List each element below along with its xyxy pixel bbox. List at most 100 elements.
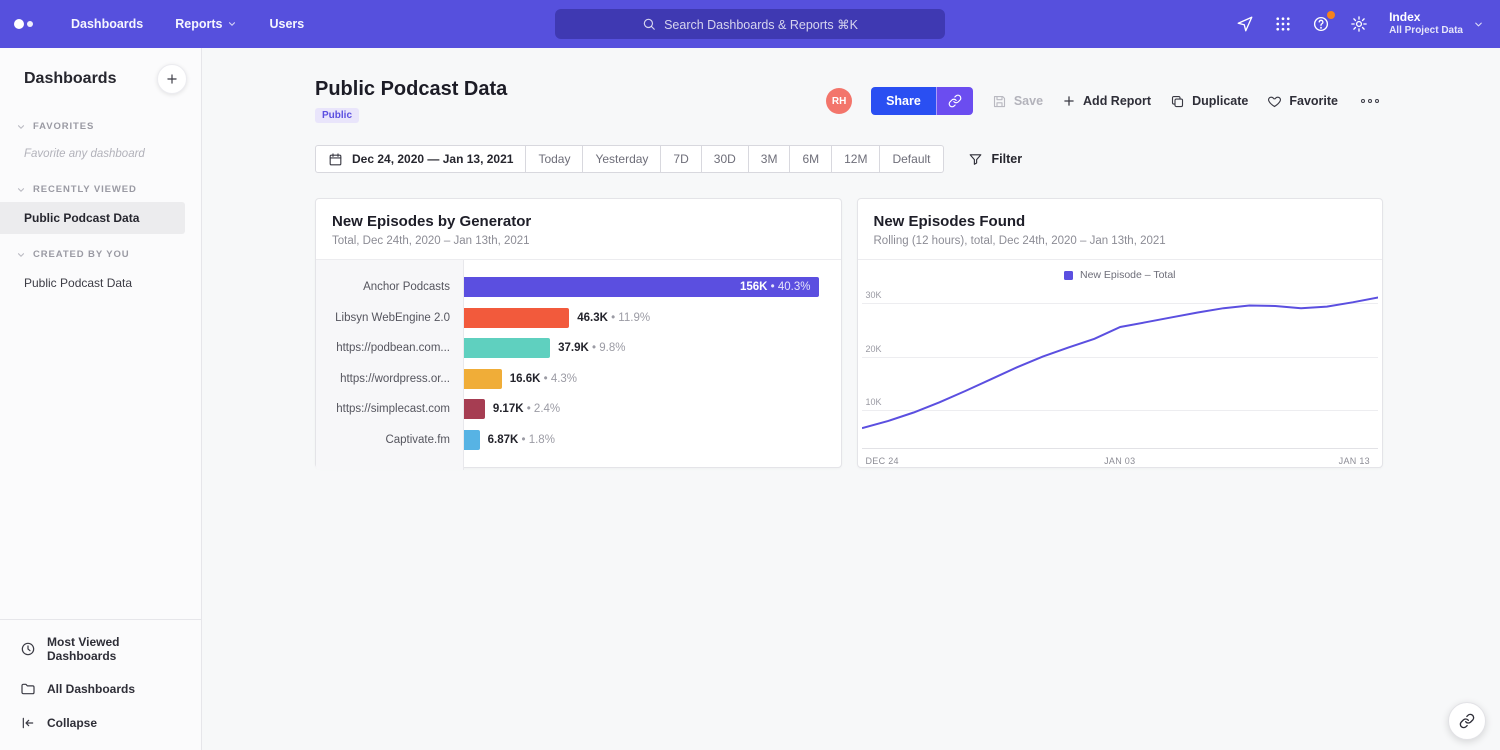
main-content: Public Podcast Data Public RH Share Save bbox=[202, 48, 1500, 750]
share-button[interactable]: Share bbox=[871, 87, 936, 115]
navbar-left: DashboardsReports Users bbox=[0, 0, 320, 48]
preset-30d[interactable]: 30D bbox=[702, 145, 749, 173]
bar-row: https://wordpress.or...16.6K • 4.3% bbox=[316, 364, 841, 395]
sidebar-section-header[interactable]: FAVORITES bbox=[0, 114, 201, 139]
nav-item-users[interactable]: Users bbox=[253, 0, 320, 48]
bar-area: 156K • 40.3% bbox=[464, 277, 841, 297]
nav-item-reports[interactable]: Reports bbox=[159, 0, 253, 48]
project-name: Index bbox=[1389, 10, 1463, 25]
bar-area: 16.6K • 4.3% bbox=[464, 369, 841, 389]
x-axis-tick: JAN 13 bbox=[1339, 456, 1370, 466]
bar-category-label: Anchor Podcasts bbox=[316, 281, 464, 293]
chevron-down-icon bbox=[16, 250, 26, 260]
bar-chart: Anchor Podcasts156K • 40.3% Libsyn WebEng… bbox=[316, 260, 841, 470]
sidebar-item[interactable]: Public Podcast Data bbox=[0, 202, 185, 234]
date-range-picker[interactable]: Dec 24, 2020 — Jan 13, 2021 bbox=[315, 145, 526, 173]
x-axis-tick: DEC 24 bbox=[866, 456, 899, 466]
avatar[interactable]: RH bbox=[826, 88, 852, 114]
bar-value-label: 16.6K • 4.3% bbox=[510, 373, 577, 385]
bar[interactable]: 156K • 40.3% bbox=[464, 277, 819, 297]
bar-area: 37.9K • 9.8% bbox=[464, 338, 841, 358]
apps-button[interactable] bbox=[1267, 8, 1299, 40]
bar[interactable] bbox=[464, 430, 480, 450]
preset-yesterday[interactable]: Yesterday bbox=[583, 145, 661, 173]
sidebar-footer: Most Viewed Dashboards All Dashboards Co… bbox=[0, 619, 201, 750]
save-label: Save bbox=[1014, 94, 1043, 108]
sidebar-item-most-viewed[interactable]: Most Viewed Dashboards bbox=[0, 626, 201, 672]
sidebar-section-header[interactable]: RECENTLY VIEWED bbox=[0, 177, 201, 202]
card-header: New Episodes by Generator Total, Dec 24t… bbox=[316, 199, 841, 260]
bar-value-label: 37.9K • 9.8% bbox=[558, 342, 625, 354]
sidebar-section-header[interactable]: CREATED BY YOU bbox=[0, 242, 201, 267]
x-axis-tick: JAN 03 bbox=[1104, 456, 1135, 466]
sidebar-item[interactable]: Public Podcast Data bbox=[0, 267, 185, 299]
chart-subtitle: Rolling (12 hours), total, Dec 24th, 202… bbox=[874, 235, 1367, 247]
header-actions: RH Share Save Add Report bbox=[826, 87, 1383, 115]
bar-row: https://simplecast.com9.17K • 2.4% bbox=[316, 394, 841, 425]
line-series bbox=[862, 284, 1379, 448]
floating-link-button[interactable] bbox=[1448, 702, 1486, 740]
help-button[interactable] bbox=[1305, 8, 1337, 40]
chevron-down-icon bbox=[1473, 19, 1484, 30]
date-presets: TodayYesterday7D30D3M6M12MDefault bbox=[526, 145, 943, 173]
title-block: Public Podcast Data Public bbox=[315, 78, 507, 123]
bar[interactable] bbox=[464, 338, 550, 358]
global-search-input[interactable]: Search Dashboards & Reports ⌘K bbox=[555, 9, 945, 39]
legend-swatch bbox=[1064, 271, 1073, 280]
more-options-button[interactable] bbox=[1357, 95, 1383, 107]
preset-6m[interactable]: 6M bbox=[790, 145, 832, 173]
preset-default[interactable]: Default bbox=[880, 145, 943, 173]
line-x-axis: DEC 24 JAN 03 JAN 13 bbox=[862, 448, 1379, 470]
add-report-button[interactable]: Add Report bbox=[1062, 94, 1151, 108]
new-dashboard-button[interactable] bbox=[157, 64, 187, 94]
sidebar-header: Dashboards bbox=[0, 48, 201, 106]
chart-subtitle: Total, Dec 24th, 2020 – Jan 13th, 2021 bbox=[332, 235, 825, 247]
chart-legend: New Episode – Total bbox=[858, 260, 1383, 284]
preset-12m[interactable]: 12M bbox=[832, 145, 880, 173]
bar-row: https://podbean.com...37.9K • 9.8% bbox=[316, 333, 841, 364]
bar-category-label: Captivate.fm bbox=[316, 434, 464, 446]
link-icon bbox=[948, 94, 962, 108]
settings-button[interactable] bbox=[1343, 8, 1375, 40]
send-icon bbox=[1236, 15, 1254, 33]
copy-link-button[interactable] bbox=[936, 87, 973, 115]
bar-area: 9.17K • 2.4% bbox=[464, 399, 841, 419]
sidebar-item[interactable]: Favorite any dashboard bbox=[0, 139, 185, 169]
filter-button[interactable]: Filter bbox=[968, 152, 1023, 167]
bar-row: Captivate.fm6.87K • 1.8% bbox=[316, 425, 841, 456]
bar-category-label: Libsyn WebEngine 2.0 bbox=[316, 312, 464, 324]
nav-links: DashboardsReports Users bbox=[55, 0, 320, 48]
save-button[interactable]: Save bbox=[992, 94, 1043, 109]
project-selector[interactable]: Index All Project Data bbox=[1389, 10, 1484, 38]
nav-item-dashboards[interactable]: Dashboards bbox=[55, 0, 159, 48]
visibility-badge: Public bbox=[315, 108, 359, 123]
preset-today[interactable]: Today bbox=[526, 145, 583, 173]
send-button[interactable] bbox=[1229, 8, 1261, 40]
sidebar-title: Dashboards bbox=[24, 70, 116, 88]
project-scope: All Project Data bbox=[1389, 25, 1463, 38]
clock-icon bbox=[20, 641, 36, 657]
preset-3m[interactable]: 3M bbox=[749, 145, 791, 173]
preset-7d[interactable]: 7D bbox=[661, 145, 701, 173]
folder-icon bbox=[20, 681, 36, 697]
sidebar-collapse-button[interactable]: Collapse bbox=[0, 706, 201, 740]
project-text: Index All Project Data bbox=[1389, 10, 1463, 38]
chart-title[interactable]: New Episodes by Generator bbox=[332, 213, 825, 230]
sidebar-item-all-dashboards[interactable]: All Dashboards bbox=[0, 672, 201, 706]
favorite-button[interactable]: Favorite bbox=[1267, 94, 1338, 109]
page-title: Public Podcast Data bbox=[315, 78, 507, 101]
heart-icon bbox=[1267, 94, 1282, 109]
chart-title[interactable]: New Episodes Found bbox=[874, 213, 1367, 230]
bar[interactable] bbox=[464, 399, 485, 419]
plus-icon bbox=[165, 72, 179, 86]
chevron-down-icon bbox=[16, 122, 26, 132]
duplicate-button[interactable]: Duplicate bbox=[1170, 94, 1248, 109]
sidebar-section: FAVORITESFavorite any dashboard bbox=[0, 114, 201, 169]
sidebar-section: CREATED BY YOUPublic Podcast Data bbox=[0, 242, 201, 299]
filter-label: Filter bbox=[992, 152, 1023, 166]
app-logo[interactable] bbox=[14, 19, 33, 29]
bar[interactable] bbox=[464, 308, 569, 328]
bar-chart-card: New Episodes by Generator Total, Dec 24t… bbox=[315, 198, 842, 468]
nav-item-label: Users bbox=[269, 17, 304, 31]
bar[interactable] bbox=[464, 369, 502, 389]
